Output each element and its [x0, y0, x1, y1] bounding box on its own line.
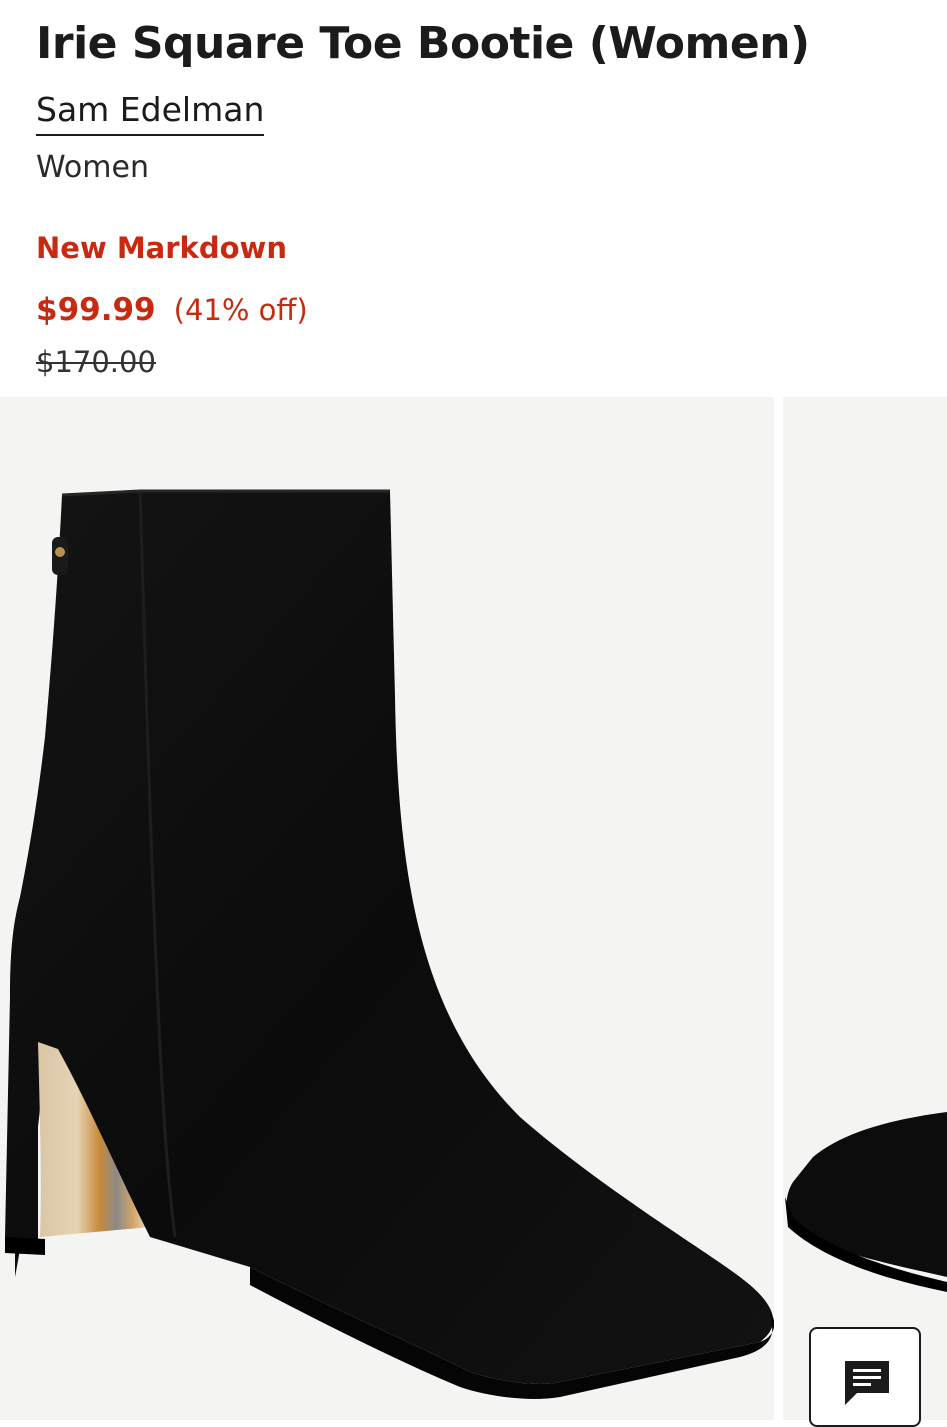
product-image-next[interactable] [783, 397, 947, 1420]
product-image-gallery[interactable] [0, 397, 947, 1420]
product-image-main[interactable] [0, 397, 774, 1420]
brand-link[interactable]: Sam Edelman [36, 88, 265, 136]
product-category: Women [36, 150, 149, 185]
chat-message-icon [845, 1361, 889, 1405]
product-title: Irie Square Toe Bootie (Women) [36, 18, 810, 69]
discount-percent: (41% off) [173, 293, 308, 327]
markdown-badge: New Markdown [36, 231, 287, 265]
price-row: $99.99 (41% off) [36, 288, 308, 332]
original-price: $170.00 [36, 345, 156, 379]
boot-image [5, 489, 774, 1399]
sale-price: $99.99 [36, 292, 156, 328]
boot-toe-image [785, 1112, 947, 1292]
chat-button[interactable] [809, 1327, 921, 1427]
